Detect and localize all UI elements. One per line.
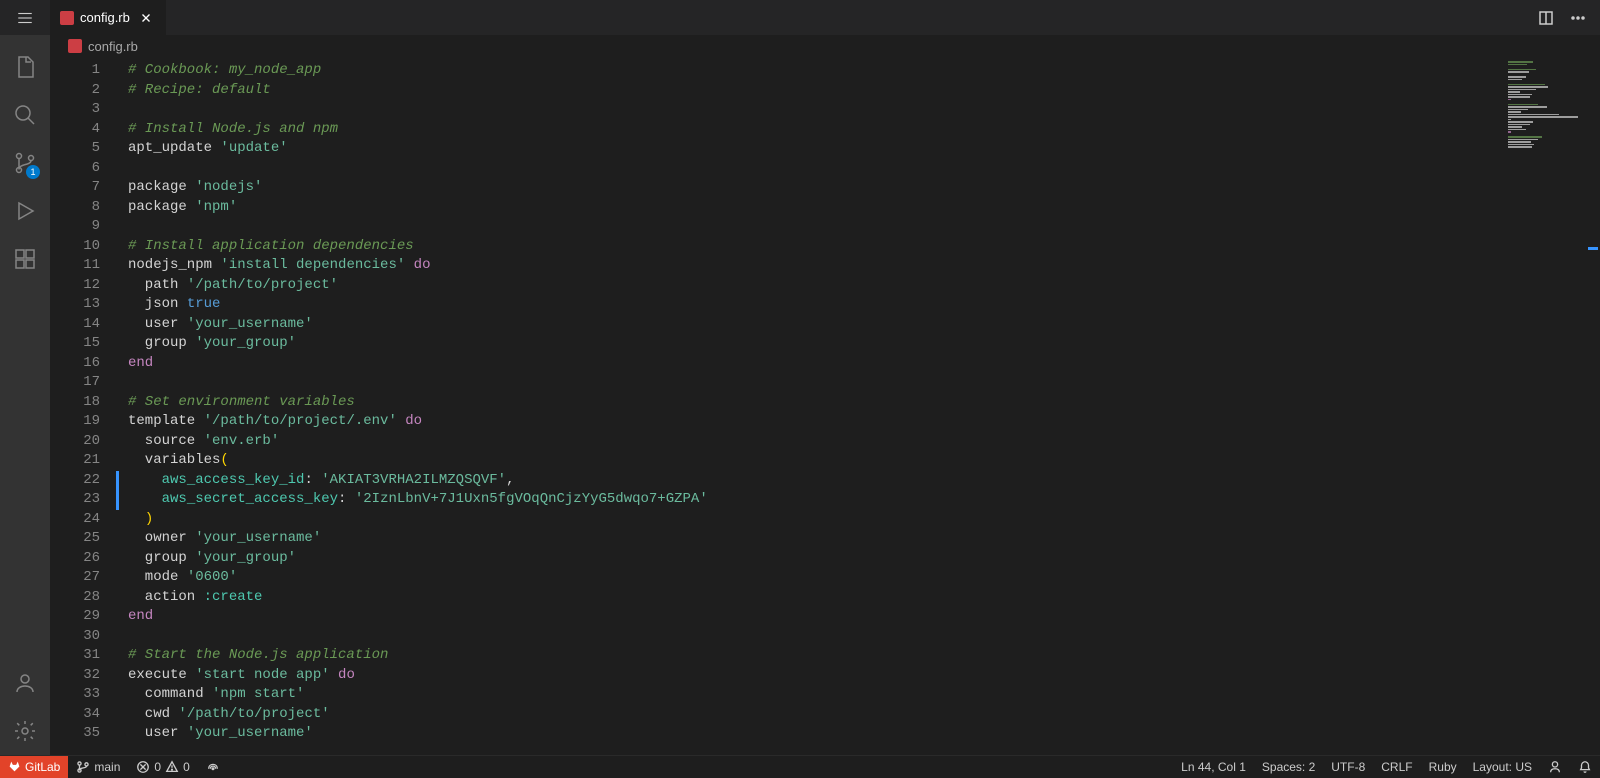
source-control-tab[interactable]: 1 <box>0 139 50 187</box>
title-actions <box>1532 4 1600 32</box>
glyph-margin <box>116 57 122 755</box>
files-icon <box>13 55 37 79</box>
breadcrumb[interactable]: config.rb <box>50 35 1600 57</box>
status-problems[interactable]: 0 0 <box>128 756 197 778</box>
editor-area: config.rb 123456789101112131415161718192… <box>50 35 1600 755</box>
tab-close-button[interactable] <box>136 8 156 28</box>
status-branch[interactable]: main <box>68 756 128 778</box>
error-count: 0 <box>154 760 161 774</box>
vertical-scrollbar[interactable] <box>1586 57 1600 755</box>
status-gitlab[interactable]: GitLab <box>0 756 68 778</box>
search-tab[interactable] <box>0 91 50 139</box>
error-icon <box>136 760 150 774</box>
search-icon <box>13 103 37 127</box>
code-content[interactable]: # Cookbook: my_node_app# Recipe: default… <box>122 57 1476 755</box>
activity-bar: 1 <box>0 35 50 755</box>
minimap[interactable] <box>1476 57 1586 755</box>
status-position[interactable]: Ln 44, Col 1 <box>1173 756 1254 778</box>
settings-button[interactable] <box>0 707 50 755</box>
menu-button[interactable] <box>0 0 50 35</box>
ellipsis-icon <box>1570 10 1586 26</box>
more-actions-button[interactable] <box>1564 4 1592 32</box>
split-icon <box>1538 10 1554 26</box>
gitlab-icon <box>8 760 21 773</box>
extensions-icon <box>13 247 37 271</box>
account-icon <box>13 671 37 695</box>
status-eol[interactable]: CRLF <box>1373 756 1420 778</box>
account-button[interactable] <box>0 659 50 707</box>
person-icon <box>1548 760 1562 774</box>
ruby-file-icon <box>60 11 74 25</box>
extensions-tab[interactable] <box>0 235 50 283</box>
status-encoding[interactable]: UTF-8 <box>1323 756 1373 778</box>
status-language[interactable]: Ruby <box>1421 756 1465 778</box>
status-layout[interactable]: Layout: US <box>1465 756 1540 778</box>
line-number-gutter: 1234567891011121314151617181920212223242… <box>50 57 116 755</box>
gear-icon <box>13 719 37 743</box>
minimap-canvas <box>1508 61 1578 149</box>
split-editor-button[interactable] <box>1532 4 1560 32</box>
close-icon <box>139 11 153 25</box>
tab-bar: config.rb <box>0 0 1600 35</box>
breadcrumb-filename: config.rb <box>88 39 138 54</box>
branch-icon <box>76 760 90 774</box>
ruby-file-icon <box>68 39 82 53</box>
overview-mark <box>1588 247 1598 250</box>
warning-icon <box>165 760 179 774</box>
tab-config[interactable]: config.rb <box>50 0 166 35</box>
status-bar: GitLab main 0 0 Ln 44, Col 1 Spaces: 2 U… <box>0 755 1600 777</box>
status-feedback[interactable] <box>1540 756 1570 778</box>
tab-filename: config.rb <box>80 10 130 25</box>
hamburger-icon <box>16 9 34 27</box>
change-marker <box>116 471 119 510</box>
code-editor[interactable]: 1234567891011121314151617181920212223242… <box>50 57 1600 755</box>
gitlab-label: GitLab <box>25 760 60 774</box>
scm-badge: 1 <box>26 165 40 179</box>
run-debug-tab[interactable] <box>0 187 50 235</box>
status-live[interactable] <box>198 756 228 778</box>
branch-name: main <box>94 760 120 774</box>
status-notifications[interactable] <box>1570 756 1600 778</box>
status-spaces[interactable]: Spaces: 2 <box>1254 756 1323 778</box>
explorer-tab[interactable] <box>0 43 50 91</box>
play-icon <box>13 199 37 223</box>
bell-icon <box>1578 760 1592 774</box>
warning-count: 0 <box>183 760 190 774</box>
broadcast-icon <box>206 760 220 774</box>
